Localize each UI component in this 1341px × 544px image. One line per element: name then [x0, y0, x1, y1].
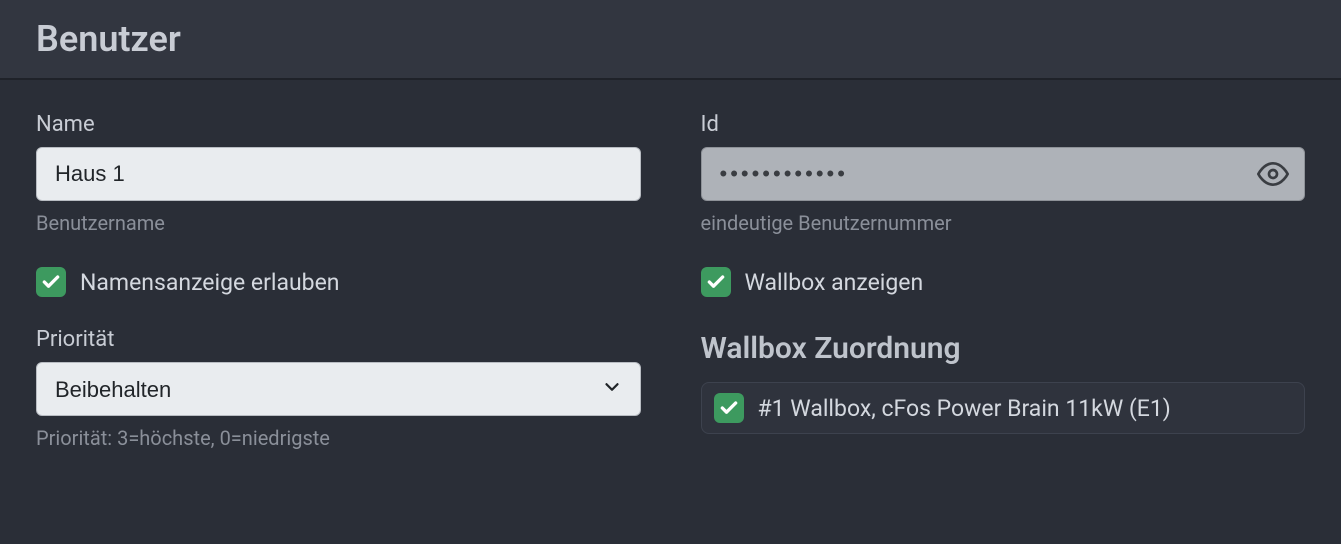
show-wallbox-row: Wallbox anzeigen — [701, 267, 1306, 297]
check-icon — [41, 272, 61, 292]
check-icon — [719, 398, 739, 418]
show-wallbox-checkbox[interactable] — [701, 267, 731, 297]
wallbox-assignment-checkbox[interactable] — [714, 393, 744, 423]
wallbox-assignment-label: #1 Wallbox, cFos Power Brain 11kW (E1) — [758, 395, 1171, 422]
id-input-wrap — [701, 147, 1306, 201]
id-label: Id — [701, 112, 1306, 137]
right-column: Id eindeutige Benutzernummer Wallbox anz… — [701, 112, 1306, 450]
name-help: Benutzername — [36, 211, 641, 235]
check-icon — [706, 272, 726, 292]
eye-icon — [1257, 158, 1289, 190]
left-column: Name Benutzername Namensanzeige erlauben… — [36, 112, 641, 450]
wallbox-assignment-row: #1 Wallbox, cFos Power Brain 11kW (E1) — [701, 382, 1306, 434]
panel-header: Benutzer — [0, 0, 1341, 80]
id-input[interactable] — [701, 147, 1306, 201]
allow-name-display-row: Namensanzeige erlauben — [36, 267, 641, 297]
allow-name-display-checkbox[interactable] — [36, 267, 66, 297]
wallbox-assignment-heading: Wallbox Zuordnung — [701, 331, 1306, 366]
allow-name-display-label: Namensanzeige erlauben — [80, 269, 340, 296]
priority-select[interactable]: Beibehalten — [36, 362, 641, 416]
priority-label: Priorität — [36, 327, 641, 352]
priority-help: Priorität: 3=höchste, 0=niedrigste — [36, 426, 641, 450]
name-label: Name — [36, 112, 641, 137]
priority-select-wrap: Beibehalten — [36, 362, 641, 416]
panel-title: Benutzer — [36, 18, 1305, 60]
toggle-visibility-button[interactable] — [1255, 156, 1291, 192]
id-help: eindeutige Benutzernummer — [701, 211, 1306, 235]
show-wallbox-label: Wallbox anzeigen — [745, 269, 924, 296]
name-input[interactable] — [36, 147, 641, 201]
priority-group: Priorität Beibehalten Priorität: 3=höchs… — [36, 327, 641, 450]
panel-body: Name Benutzername Namensanzeige erlauben… — [0, 80, 1341, 460]
